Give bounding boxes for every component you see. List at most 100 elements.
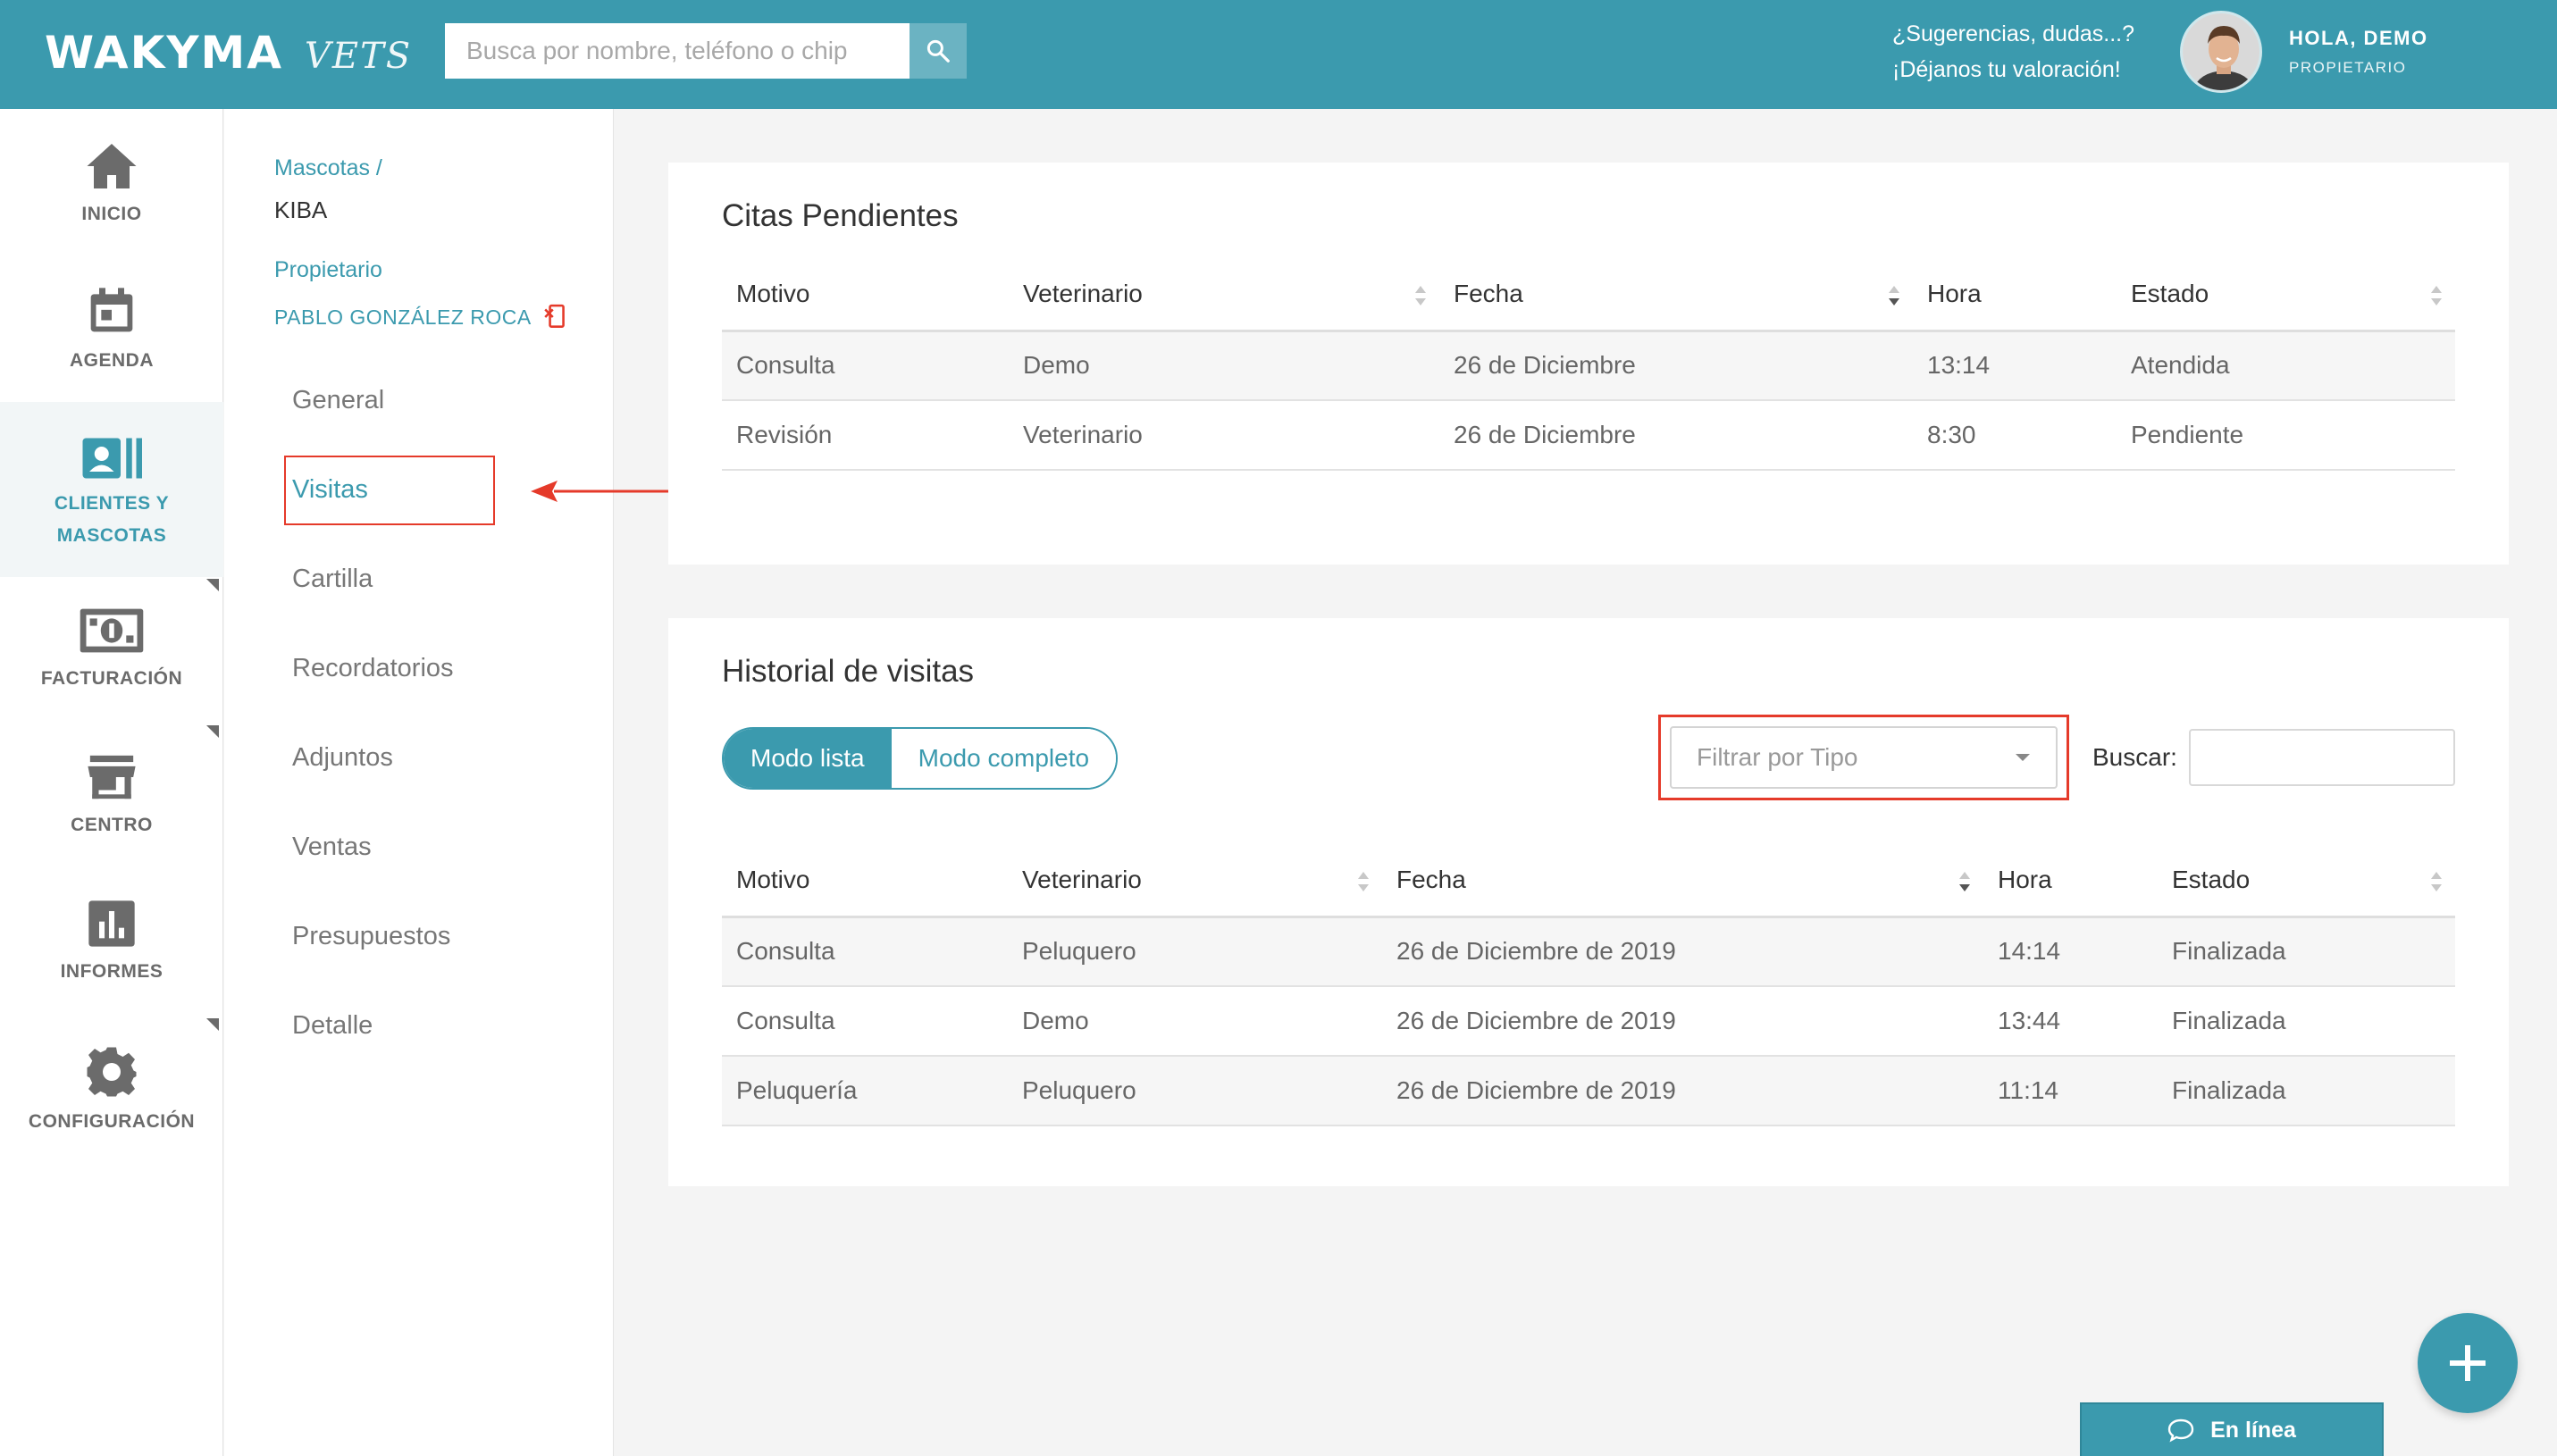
pending-title: Citas Pendientes bbox=[722, 198, 959, 233]
filter-highlight-box: Filtrar por Tipo bbox=[1658, 715, 2069, 800]
owner-name-link[interactable]: PABLO GONZÁLEZ ROCA bbox=[274, 304, 567, 331]
col-fecha[interactable]: Fecha bbox=[1439, 259, 1913, 332]
cell-hora: 11:14 bbox=[1983, 1056, 2158, 1126]
user-greeting[interactable]: HOLA, DEMO PROPIETARIO bbox=[2289, 27, 2428, 77]
table-search-input[interactable] bbox=[2189, 729, 2455, 786]
feedback-link[interactable]: ¿Sugerencias, dudas...? ¡Déjanos tu valo… bbox=[1892, 16, 2134, 88]
col-motivo[interactable]: Motivo bbox=[722, 845, 1008, 918]
subnav-presupuestos[interactable]: Presupuestos bbox=[292, 922, 450, 951]
cell-fecha: 26 de Diciembre de 2019 bbox=[1382, 916, 1983, 987]
nav-collapse-caret[interactable] bbox=[206, 725, 219, 738]
mode-list-button[interactable]: Modo lista bbox=[724, 729, 892, 788]
main-nav: INICIO AGENDA CLIENTES Y MASCOTAS FACTUR… bbox=[0, 109, 223, 1456]
cell-estado: Pendiente bbox=[2117, 400, 2455, 471]
breadcrumb-mascotas[interactable]: Mascotas / bbox=[274, 155, 382, 181]
user-photo-icon bbox=[2183, 13, 2259, 90]
nav-item-configuracion[interactable]: CONFIGURACIÓN bbox=[0, 1045, 223, 1133]
sort-desc-icon[interactable] bbox=[1958, 870, 1971, 893]
subnav-adjuntos[interactable]: Adjuntos bbox=[292, 743, 393, 773]
cell-motivo: Consulta bbox=[722, 986, 1008, 1057]
subnav-cartilla[interactable]: Cartilla bbox=[292, 565, 373, 594]
cell-estado: Finalizada bbox=[2158, 1056, 2455, 1126]
table-row[interactable]: Consulta Demo 26 de Diciembre 13:14 Aten… bbox=[722, 331, 2455, 401]
table-row[interactable]: Consulta Peluquero 26 de Diciembre de 20… bbox=[722, 916, 2455, 987]
avatar[interactable] bbox=[2180, 11, 2262, 93]
subnav-general[interactable]: General bbox=[292, 386, 384, 415]
col-fecha[interactable]: Fecha bbox=[1382, 845, 1983, 918]
sort-both-icon[interactable] bbox=[2430, 870, 2443, 893]
table-header-row: Motivo Veterinario Fecha Hora Estado bbox=[722, 845, 2455, 918]
owner-name: PABLO GONZÁLEZ ROCA bbox=[274, 305, 532, 329]
nav-label-facturacion: FACTURACIÓN bbox=[40, 668, 183, 689]
nav-label-centro: CENTRO bbox=[71, 815, 153, 835]
cell-estado: Finalizada bbox=[2158, 916, 2455, 987]
sort-both-icon[interactable] bbox=[1357, 870, 1370, 893]
search-icon bbox=[926, 39, 950, 63]
sort-both-icon[interactable] bbox=[2430, 284, 2443, 307]
pending-appointments-card: Citas Pendientes Motivo Veterinario Fech… bbox=[668, 163, 2509, 565]
logo[interactable]: WAKYMA VETS bbox=[45, 27, 412, 79]
nav-item-facturacion[interactable]: FACTURACIÓN bbox=[0, 606, 223, 690]
col-motivo[interactable]: Motivo bbox=[722, 259, 1009, 332]
col-estado[interactable]: Estado bbox=[2117, 259, 2455, 332]
chat-bubble-icon bbox=[2167, 1418, 2194, 1443]
nav-collapse-caret[interactable] bbox=[206, 1018, 219, 1031]
sort-both-icon[interactable] bbox=[1414, 284, 1427, 307]
mode-full-button[interactable]: Modo completo bbox=[891, 729, 1117, 788]
nav-label-clientes: CLIENTES Y bbox=[54, 493, 170, 514]
history-table: Motivo Veterinario Fecha Hora Estado Con… bbox=[722, 845, 2455, 1126]
pending-table: Motivo Veterinario Fecha Hora Estado Con… bbox=[722, 259, 2455, 471]
contacts-icon bbox=[82, 438, 142, 479]
col-veterinario[interactable]: Veterinario bbox=[1008, 845, 1382, 918]
table-row[interactable]: Peluquería Peluquero 26 de Diciembre de … bbox=[722, 1056, 2455, 1126]
add-button[interactable] bbox=[2418, 1313, 2518, 1413]
col-estado[interactable]: Estado bbox=[2158, 845, 2455, 918]
col-veterinario[interactable]: Veterinario bbox=[1009, 259, 1439, 332]
cell-veterinario: Peluquero bbox=[1008, 1056, 1382, 1126]
nav-item-clientes-mascotas[interactable]: CLIENTES Y MASCOTAS bbox=[0, 402, 223, 577]
nav-label-configuracion: CONFIGURACIÓN bbox=[28, 1111, 196, 1132]
feedback-line-1: ¿Sugerencias, dudas...? bbox=[1892, 21, 2134, 46]
cell-motivo: Consulta bbox=[722, 916, 1008, 987]
cell-fecha: 26 de Diciembre bbox=[1439, 331, 1913, 401]
gear-icon bbox=[87, 1047, 137, 1097]
table-search-label: Buscar: bbox=[2092, 743, 2177, 771]
subnav-recordatorios[interactable]: Recordatorios bbox=[292, 654, 454, 683]
home-icon bbox=[87, 144, 137, 188]
top-header: WAKYMA VETS ¿Sugerencias, dudas...? ¡Déj… bbox=[0, 0, 2557, 109]
table-header-row: Motivo Veterinario Fecha Hora Estado bbox=[722, 259, 2455, 332]
cell-hora: 13:44 bbox=[1983, 986, 2158, 1057]
table-row[interactable]: Revisión Veterinario 26 de Diciembre 8:3… bbox=[722, 400, 2455, 471]
table-row[interactable]: Consulta Demo 26 de Diciembre de 2019 13… bbox=[722, 986, 2455, 1057]
nav-item-agenda[interactable]: AGENDA bbox=[0, 284, 223, 372]
nav-collapse-caret[interactable] bbox=[206, 579, 219, 591]
filter-type-select[interactable]: Filtrar por Tipo bbox=[1670, 726, 2058, 789]
user-role: PROPIETARIO bbox=[2289, 59, 2407, 76]
global-search-input[interactable] bbox=[445, 23, 910, 79]
cell-veterinario: Veterinario bbox=[1009, 400, 1439, 471]
pet-subnav: Mascotas / KIBA Propietario PABLO GONZÁL… bbox=[224, 109, 614, 1456]
nav-item-informes[interactable]: INFORMES bbox=[0, 899, 223, 983]
cell-fecha: 26 de Diciembre de 2019 bbox=[1382, 1056, 1983, 1126]
cell-motivo: Revisión bbox=[722, 400, 1009, 471]
cell-hora: 14:14 bbox=[1983, 916, 2158, 987]
subnav-detalle[interactable]: Detalle bbox=[292, 1011, 373, 1041]
col-hora[interactable]: Hora bbox=[1983, 845, 2158, 918]
filter-placeholder: Filtrar por Tipo bbox=[1697, 743, 1858, 771]
nav-item-inicio[interactable]: INICIO bbox=[0, 141, 223, 225]
store-icon bbox=[88, 755, 136, 799]
chevron-down-icon bbox=[2016, 754, 2030, 761]
sort-desc-icon[interactable] bbox=[1888, 284, 1900, 307]
unlink-icon[interactable] bbox=[544, 304, 567, 331]
nav-item-centro[interactable]: CENTRO bbox=[0, 752, 223, 836]
subnav-ventas[interactable]: Ventas bbox=[292, 833, 372, 862]
search-button[interactable] bbox=[910, 23, 967, 79]
col-hora[interactable]: Hora bbox=[1913, 259, 2117, 332]
nav-label-agenda: AGENDA bbox=[69, 350, 154, 371]
calendar-icon bbox=[90, 288, 133, 332]
chat-online-button[interactable]: En línea bbox=[2080, 1402, 2384, 1456]
visit-history-card: Historial de visitas Modo lista Modo com… bbox=[668, 618, 2509, 1186]
cell-motivo: Consulta bbox=[722, 331, 1009, 401]
cell-hora: 13:14 bbox=[1913, 331, 2117, 401]
cell-veterinario: Demo bbox=[1009, 331, 1439, 401]
